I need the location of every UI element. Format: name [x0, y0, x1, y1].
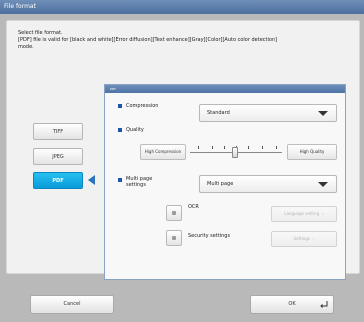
- security-settings-label: Settings: [293, 236, 310, 241]
- instruction-line-2: [PDF] file is valid for [black and white…: [18, 37, 278, 43]
- chevron-right-icon: ›: [322, 211, 324, 216]
- format-button-pdf[interactable]: PDF: [33, 172, 83, 189]
- instruction-line-1: Select file format.: [18, 30, 63, 36]
- settings-header: PDF: [105, 85, 345, 93]
- slider-tick: [262, 146, 263, 149]
- checkbox-indicator-icon: [172, 236, 176, 240]
- chevron-down-icon: [318, 111, 328, 116]
- multipage-label: Multi page settings: [126, 176, 152, 188]
- instruction-text: Select file format. [PDF] file is valid …: [18, 30, 348, 51]
- language-setting-button[interactable]: Language setting ›: [271, 206, 337, 222]
- slider-tick: [212, 146, 213, 149]
- cancel-button[interactable]: Cancel: [30, 295, 114, 314]
- instruction-line-3: mode.: [18, 44, 34, 50]
- ocr-checkbox[interactable]: [166, 205, 182, 221]
- quality-label: Quality: [126, 127, 144, 133]
- multipage-bullet-icon: [118, 178, 122, 182]
- compression-label: Compression: [126, 103, 159, 109]
- slider-tick: [248, 146, 249, 149]
- multipage-value: Multi page: [207, 181, 234, 187]
- multipage-dropdown[interactable]: Multi page: [199, 175, 337, 193]
- ok-button[interactable]: OK: [250, 295, 334, 314]
- compression-dropdown[interactable]: Standard: [199, 104, 337, 122]
- chevron-down-icon: [318, 182, 328, 187]
- selection-arrow-icon: [88, 175, 95, 185]
- high-quality-button[interactable]: High Quality: [287, 144, 337, 160]
- ok-label: OK: [288, 301, 296, 307]
- chevron-right-icon: ›: [312, 236, 315, 241]
- compression-bullet-icon: [118, 104, 122, 108]
- high-compression-button[interactable]: High Compression: [140, 144, 186, 160]
- multipage-label-line-2: settings: [126, 182, 146, 188]
- ocr-label: OCR: [188, 204, 199, 210]
- format-button-jpeg[interactable]: JPEG: [33, 148, 83, 165]
- language-setting-label: Language setting: [284, 211, 320, 216]
- security-label: Security settings: [188, 233, 231, 239]
- slider-tick: [224, 146, 225, 149]
- enter-icon: [320, 301, 328, 308]
- format-button-tiff[interactable]: TIFF: [33, 123, 83, 140]
- security-settings-button[interactable]: Settings ›: [271, 231, 337, 247]
- slider-tick: [198, 146, 199, 149]
- checkbox-indicator-icon: [172, 211, 176, 215]
- window-title: File format: [0, 0, 364, 14]
- quality-slider-thumb[interactable]: [232, 147, 238, 158]
- quality-bullet-icon: [118, 128, 122, 132]
- slider-tick: [276, 146, 277, 149]
- compression-value: Standard: [207, 110, 230, 116]
- security-checkbox[interactable]: [166, 230, 182, 246]
